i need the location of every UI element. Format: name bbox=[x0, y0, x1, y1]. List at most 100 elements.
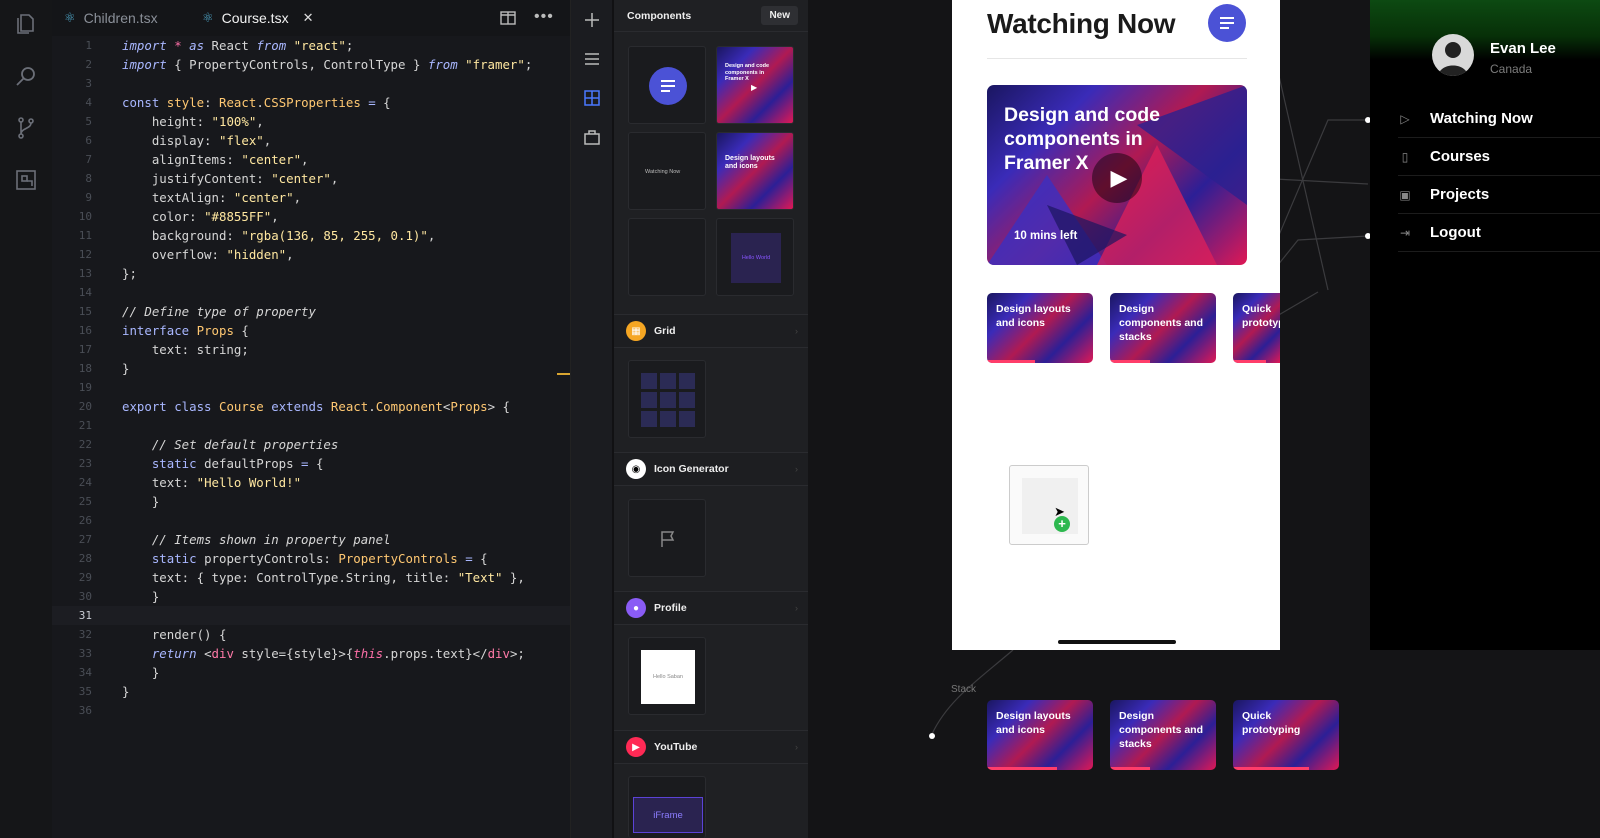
menu-button[interactable] bbox=[1208, 4, 1246, 42]
line-number: 35 bbox=[78, 685, 92, 698]
component-thumb-empty[interactable] bbox=[628, 218, 706, 296]
line-number: 25 bbox=[78, 495, 92, 508]
line-number: 6 bbox=[85, 134, 92, 147]
section-icon-generator[interactable]: ◉ Icon Generator › bbox=[614, 452, 808, 486]
line-number: 23 bbox=[78, 457, 92, 470]
tab-course[interactable]: ⚛ Course.tsx ✕ bbox=[202, 0, 313, 36]
device-frame-watching-now[interactable]: Watching Now Design and code components … bbox=[952, 0, 1280, 650]
line-number: 11 bbox=[78, 229, 92, 242]
grid-preview-icon bbox=[641, 373, 695, 427]
hero-card[interactable]: Design and code components in Framer X ▶… bbox=[987, 85, 1247, 265]
component-thumb-card[interactable]: Design layouts and icons bbox=[716, 132, 794, 210]
course-progress bbox=[987, 360, 1035, 363]
section-profile[interactable]: ● Profile › bbox=[614, 591, 808, 625]
thumb-label: Watching Now bbox=[645, 169, 681, 175]
line-number: 3 bbox=[85, 77, 92, 90]
user-name: Evan Lee bbox=[1490, 40, 1556, 57]
search-icon[interactable] bbox=[14, 64, 38, 88]
course-card-title: Design components and stacks bbox=[1119, 303, 1204, 343]
line-number: 32 bbox=[78, 628, 92, 641]
line-number: 12 bbox=[78, 248, 92, 261]
store-bag-icon[interactable] bbox=[582, 127, 602, 147]
code-area[interactable]: 1 import * as React from "react"; 2 import… bbox=[52, 36, 570, 796]
component-thumb-grid[interactable] bbox=[628, 360, 706, 438]
menu-item-courses[interactable]: ▯ Courses bbox=[1398, 138, 1600, 176]
split-editor-icon[interactable] bbox=[500, 11, 516, 25]
menu-item-label: Watching Now bbox=[1430, 110, 1533, 127]
more-actions-icon[interactable]: ••• bbox=[534, 8, 554, 26]
framer-canvas[interactable]: Watching Now Design and code components … bbox=[808, 0, 1600, 838]
files-icon[interactable] bbox=[14, 12, 38, 36]
line-number: 26 bbox=[78, 514, 92, 527]
menu-item-logout[interactable]: ⇥ Logout bbox=[1398, 214, 1600, 252]
component-thumb-youtube[interactable]: iFrame bbox=[628, 776, 706, 838]
section-label: Icon Generator bbox=[654, 463, 729, 475]
thumb-label: Design layouts and icons bbox=[725, 155, 775, 170]
layers-icon[interactable] bbox=[582, 49, 602, 69]
extensions-icon[interactable] bbox=[14, 168, 38, 192]
section-grid[interactable]: ▦ Grid › bbox=[614, 314, 808, 348]
close-icon[interactable]: ✕ bbox=[303, 10, 314, 26]
source-control-icon[interactable] bbox=[14, 116, 38, 140]
tab-children[interactable]: ⚛ Children.tsx bbox=[64, 0, 158, 36]
line-number: 10 bbox=[78, 210, 92, 223]
tab-bar: ⚛ Children.tsx ⚛ Course.tsx ✕ ••• bbox=[52, 0, 570, 36]
tab-label: Children.tsx bbox=[83, 10, 158, 26]
stack-card[interactable]: Design layouts and icons bbox=[987, 700, 1093, 770]
stack-card[interactable]: Quick prototyping bbox=[1233, 700, 1339, 770]
course-card[interactable]: Quick prototyping bbox=[1233, 293, 1280, 363]
line-number: 21 bbox=[78, 419, 92, 432]
logout-icon: ⇥ bbox=[1399, 225, 1411, 240]
panel-title: Components bbox=[627, 9, 692, 22]
framer-toolbar bbox=[570, 0, 612, 838]
time-left-label: 10 mins left bbox=[1014, 230, 1078, 242]
menu-icon bbox=[1220, 17, 1234, 29]
chevron-right-icon: › bbox=[795, 603, 798, 613]
component-thumb-watching[interactable]: Watching Now bbox=[628, 132, 706, 210]
chevron-right-icon: › bbox=[795, 464, 798, 474]
line-number: 31 bbox=[78, 609, 92, 622]
line-number: 19 bbox=[78, 381, 92, 394]
line-number: 15 bbox=[78, 305, 92, 318]
component-thumb-hero[interactable]: Design and code components in Framer X ▶ bbox=[716, 46, 794, 124]
line-number: 17 bbox=[78, 343, 92, 356]
play-icon: ▶ bbox=[751, 83, 758, 92]
line-number: 33 bbox=[78, 647, 92, 660]
line-number: 1 bbox=[85, 39, 92, 52]
side-menu-frame[interactable]: Evan Lee Canada ▷ Watching Now ▯ Courses… bbox=[1370, 0, 1600, 650]
play-button[interactable]: ▶ bbox=[1092, 153, 1142, 203]
components-grid-icon[interactable] bbox=[582, 88, 602, 108]
course-card[interactable]: Design components and stacks bbox=[1110, 293, 1216, 363]
component-thumb-text[interactable]: Hello World bbox=[716, 218, 794, 296]
plus-icon[interactable] bbox=[582, 10, 602, 30]
course-card[interactable]: Design layouts and icons bbox=[987, 293, 1093, 363]
page-title: Watching Now bbox=[987, 8, 1176, 39]
component-thumb-icon[interactable] bbox=[628, 499, 706, 577]
menu-item-watching-now[interactable]: ▷ Watching Now bbox=[1398, 100, 1600, 138]
line-number: 14 bbox=[78, 286, 92, 299]
icon-generator-icon: ◉ bbox=[626, 459, 646, 479]
menu-item-label: Projects bbox=[1430, 186, 1490, 203]
home-indicator bbox=[1058, 640, 1176, 644]
component-thumb-menu-button[interactable] bbox=[628, 46, 706, 124]
menu-item-projects[interactable]: ▣ Projects bbox=[1398, 176, 1600, 214]
component-thumb-profile[interactable]: Hello Saban bbox=[628, 637, 706, 715]
section-youtube[interactable]: ▶ YouTube › bbox=[614, 730, 808, 764]
drop-target-frame[interactable]: ➤ + bbox=[1009, 465, 1089, 545]
activity-bar bbox=[0, 0, 52, 838]
course-card-title: Quick prototyping bbox=[1242, 303, 1280, 329]
section-label: Profile bbox=[654, 602, 687, 614]
code-editor: ⚛ Children.tsx ⚛ Course.tsx ✕ ••• 1 impor… bbox=[52, 0, 570, 838]
image-icon: ▣ bbox=[1399, 187, 1411, 202]
menu-icon bbox=[649, 67, 687, 105]
stack-progress bbox=[1110, 767, 1151, 770]
section-label: Grid bbox=[654, 325, 676, 337]
new-component-button[interactable]: New bbox=[761, 6, 798, 25]
stack-card[interactable]: Design components and stacks bbox=[1110, 700, 1216, 770]
react-icon: ⚛ bbox=[64, 10, 76, 25]
flag-icon bbox=[661, 531, 675, 547]
line-number: 16 bbox=[78, 324, 92, 337]
grid-package-icon: ▦ bbox=[626, 321, 646, 341]
stack-card-title: Design layouts and icons bbox=[996, 710, 1071, 736]
menu-item-label: Logout bbox=[1430, 224, 1481, 241]
